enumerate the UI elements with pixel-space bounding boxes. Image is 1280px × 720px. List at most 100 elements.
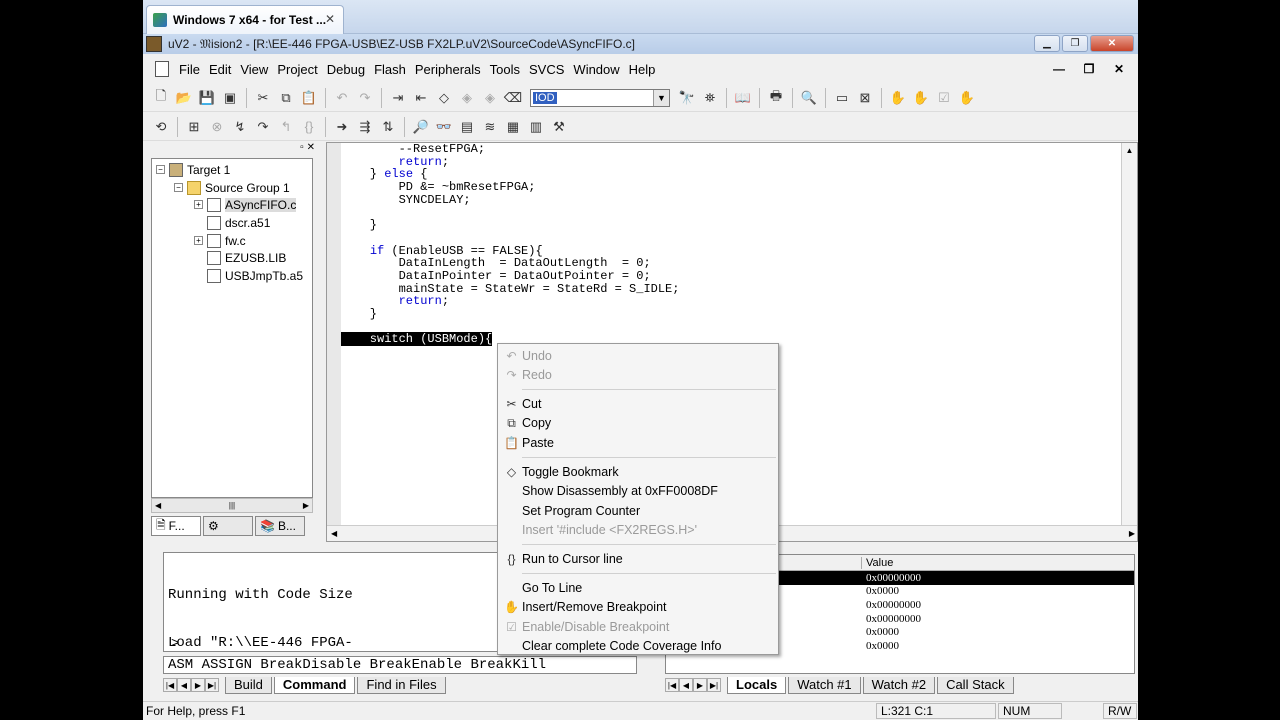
reset-icon[interactable]: ⟲ <box>151 117 171 137</box>
menu-help[interactable]: Help <box>625 62 660 77</box>
undo-icon[interactable]: ↶ <box>332 88 352 108</box>
performance-icon[interactable]: ≋ <box>480 117 500 137</box>
find-combo[interactable]: IOD ▼ <box>530 88 670 107</box>
redo-icon[interactable]: ↷ <box>355 88 375 108</box>
context-menu-item[interactable]: Insert '#include <FX2REGS.H>' <box>500 521 776 540</box>
tab-books[interactable]: 📚 B... <box>255 516 305 536</box>
tree-item[interactable]: − Source Group 1 <box>174 179 290 196</box>
editor-gutter[interactable] <box>327 143 341 541</box>
menu-peripherals[interactable]: Peripherals <box>411 62 485 77</box>
memory-icon[interactable]: ▦ <box>503 117 523 137</box>
print-icon[interactable]: 🖶 <box>766 88 786 108</box>
editor-vscroll[interactable]: ▲ <box>1121 143 1137 527</box>
open-icon[interactable]: 📂 <box>174 88 194 108</box>
code-line[interactable]: return; <box>341 155 1121 169</box>
collapse-icon[interactable]: − <box>174 183 183 192</box>
expand-icon[interactable]: + <box>194 236 203 245</box>
tree-item[interactable]: EZUSB.LIB <box>194 249 286 266</box>
maximize-button[interactable]: ❐ <box>1062 35 1088 52</box>
tree-item[interactable]: dscr.a51 <box>194 214 270 231</box>
menu-project[interactable]: Project <box>273 62 321 77</box>
mdi-minimize-button[interactable]: — <box>1046 60 1072 78</box>
tab-watch-2[interactable]: Watch #2 <box>862 676 936 694</box>
new-file-icon[interactable]: 🗋 <box>151 88 171 108</box>
code-line[interactable]: --ResetFPGA; <box>341 143 1121 156</box>
menu-view[interactable]: View <box>236 62 272 77</box>
show-next-statement-icon[interactable]: ➜ <box>332 117 352 137</box>
code-coverage-icon[interactable]: ▤ <box>457 117 477 137</box>
context-menu-item[interactable]: Clear complete Code Coverage Info <box>500 637 776 656</box>
tab-call-stack[interactable]: Call Stack <box>937 676 1014 694</box>
context-menu-item[interactable]: {} Run to Cursor line <box>500 549 776 568</box>
selected-code[interactable]: switch (USBMode){ <box>341 332 493 347</box>
panel-pin-icon[interactable]: ▫ <box>300 142 304 156</box>
copy-icon[interactable]: ⧉ <box>276 88 296 108</box>
code-line[interactable]: DataInPointer = DataOutPointer = 0; <box>341 270 1121 283</box>
breakpoint-icon[interactable]: ✋ <box>911 88 931 108</box>
code-line[interactable]: } <box>341 219 1121 232</box>
save-all-icon[interactable]: ▣ <box>220 88 240 108</box>
breakpoint-toggle-icon[interactable]: ☑ <box>934 88 954 108</box>
trace-icon[interactable]: ⇶ <box>355 117 375 137</box>
code-line[interactable]: DataInLength = DataOutLength = 0; <box>341 257 1121 270</box>
collapse-icon[interactable]: − <box>156 165 165 174</box>
tab-nav-buttons[interactable]: |◀ ◀ ▶ ▶| <box>665 678 721 692</box>
mdi-close-button[interactable]: ✕ <box>1106 60 1132 78</box>
indent-icon[interactable]: ⇥ <box>388 88 408 108</box>
close-icon[interactable]: ✕ <box>325 12 335 26</box>
hand-icon[interactable]: ✋ <box>888 88 908 108</box>
menu-file[interactable]: File <box>175 62 204 77</box>
find-icon[interactable]: 🔭 <box>677 88 697 108</box>
run-icon[interactable]: ⊞ <box>184 117 204 137</box>
context-menu-item[interactable]: ◇ Toggle Bookmark <box>500 462 776 481</box>
tree-hscroll[interactable]: ◀ ||| ▶ <box>151 498 313 513</box>
unindent-icon[interactable]: ⇤ <box>411 88 431 108</box>
tree-item[interactable]: − Target 1 <box>156 161 230 178</box>
tab-files[interactable]: 🗎 F... <box>151 516 201 536</box>
stop-icon[interactable]: ⊗ <box>207 117 227 137</box>
chevron-down-icon[interactable]: ▼ <box>653 89 669 106</box>
bookmark-icon[interactable]: ◇ <box>434 88 454 108</box>
mdi-restore-button[interactable]: ❐ <box>1076 60 1102 78</box>
toolbox-icon[interactable]: ⚒ <box>549 117 569 137</box>
menu-tools[interactable]: Tools <box>486 62 524 77</box>
tab-nav-buttons[interactable]: |◀ ◀ ▶ ▶| <box>163 678 219 692</box>
step-out-icon[interactable]: ↰ <box>276 117 296 137</box>
context-menu-item[interactable]: Show Disassembly at 0xFF0008DF <box>500 482 776 501</box>
kill-breakpoints-icon[interactable]: ✋ <box>957 88 977 108</box>
command-line[interactable]: ASM ASSIGN BreakDisable BreakEnable Brea… <box>163 656 637 674</box>
code-line[interactable] <box>341 206 1121 219</box>
code-line[interactable] <box>341 232 1121 245</box>
run-to-cursor-icon[interactable]: {} <box>299 117 319 137</box>
step-over-icon[interactable]: ↷ <box>253 117 273 137</box>
context-menu-item[interactable]: ✂ Cut <box>500 394 776 413</box>
zoom-icon[interactable]: 🔍 <box>799 88 819 108</box>
menu-flash[interactable]: Flash <box>370 62 410 77</box>
tab-find-in-files[interactable]: Find in Files <box>357 676 446 694</box>
view-icon[interactable]: ⊠ <box>855 88 875 108</box>
code-line[interactable]: SYNCDELAY; <box>341 194 1121 207</box>
tab-watch-1[interactable]: Watch #1 <box>788 676 861 694</box>
code-line[interactable]: mainState = StateWr = StateRd = S_IDLE; <box>341 282 1121 296</box>
context-menu-item[interactable]: ✋ Insert/Remove Breakpoint <box>500 598 776 617</box>
tree-item[interactable]: + ASyncFIFO.c <box>194 196 297 213</box>
context-menu-item[interactable]: ⧉ Copy <box>500 414 776 433</box>
open-book-icon[interactable]: 📖 <box>733 88 753 108</box>
menu-window[interactable]: Window <box>569 62 623 77</box>
code-line[interactable]: PD &= ~bmResetFPGA; <box>341 181 1121 194</box>
context-menu-item[interactable]: ↶ Undo <box>500 346 776 365</box>
code-text[interactable]: --ResetFPGA; return; } else { PD &= ~bmR… <box>341 143 1121 347</box>
menu-svcs[interactable]: SVCS <box>525 62 568 77</box>
serial-icon[interactable]: ▥ <box>526 117 546 137</box>
context-menu-item[interactable]: ☑ Enable/Disable Breakpoint <box>500 617 776 636</box>
panel-close-icon[interactable]: ✕ <box>307 142 315 156</box>
tab-command[interactable]: Command <box>273 676 356 694</box>
save-icon[interactable]: 💾 <box>197 88 217 108</box>
code-line[interactable]: } <box>341 308 1121 321</box>
close-button[interactable]: ✕ <box>1090 35 1134 52</box>
vm-tab[interactable]: Windows 7 x64 - for Test ... ✕ <box>146 5 344 34</box>
window-icon[interactable]: ▭ <box>832 88 852 108</box>
tab-build[interactable]: Build <box>225 676 272 694</box>
step-into-icon[interactable]: ↯ <box>230 117 250 137</box>
menu-debug[interactable]: Debug <box>323 62 369 77</box>
